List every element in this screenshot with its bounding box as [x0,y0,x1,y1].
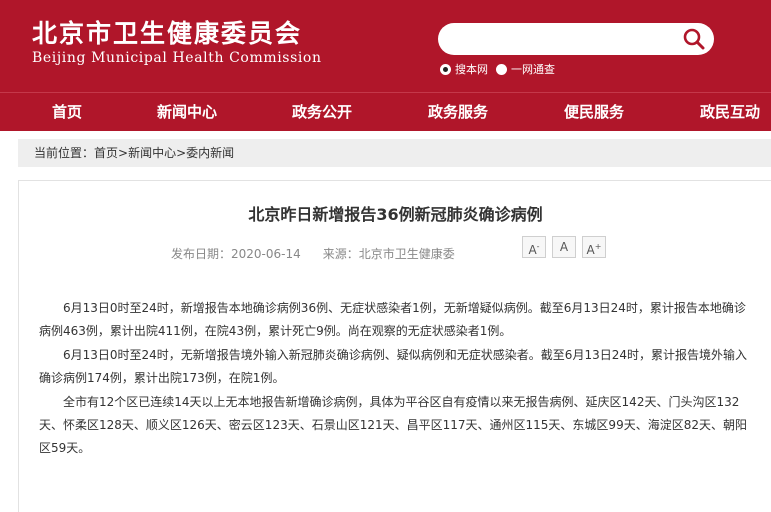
scope-option-all[interactable]: 一网通查 [496,61,555,77]
breadcrumb-link-home[interactable]: 首页 [94,146,118,160]
search-scope: 搜本网 一网通查 [440,61,563,77]
scope-option-label: 一网通查 [511,63,555,76]
article-source: 来源：北京市卫生健康委 [323,247,455,261]
font-smaller-icon: A [528,243,537,257]
scope-option-site[interactable]: 搜本网 [440,61,488,77]
article-paragraph: 6月13日0时至24时，新增报告本地确诊病例36例、无症状感染者1例，无新增疑似… [39,301,746,339]
nav-item-gov-service[interactable]: 政务服务 [428,101,488,122]
nav-item-home[interactable]: 首页 [52,101,82,122]
nav-item-public-service[interactable]: 便民服务 [564,101,624,122]
main-nav: 首页 新闻中心 政务公开 政务服务 便民服务 政民互动 [0,92,771,131]
source-value: 北京市卫生健康委 [358,247,455,261]
breadcrumb-prefix: 当前位置： [34,146,95,160]
radio-checked-icon [440,63,451,75]
site-header: 北京市卫生健康委员会 Beijing Municipal Health Comm… [0,0,771,92]
font-normal-icon: A [559,240,569,254]
nav-item-gov-info[interactable]: 政务公开 [292,101,352,122]
publish-date: 发布日期：2020-06-14 [171,247,301,261]
article-paragraph: 全市有12个区已连续14天以上无本地报告新增确诊病例，具体为平谷区自有疫情以来无… [39,394,747,456]
font-larger-mark: + [594,242,602,251]
article-meta: 发布日期：2020-06-14 来源：北京市卫生健康委 [171,245,477,262]
breadcrumb-link-commission-news[interactable]: 委内新闻 [186,146,234,160]
article-title: 北京昨日新增报告36例新冠肺炎确诊病例 [248,205,543,224]
site-name-cn[interactable]: 北京市卫生健康委员会 [32,14,302,50]
breadcrumb-separator: > [176,146,187,160]
search-box [438,23,714,55]
radio-unchecked-icon [496,63,507,75]
publish-date-label: 发布日期： [171,247,232,261]
scope-option-label: 搜本网 [455,63,488,76]
search-icon [683,28,705,50]
font-smaller-button[interactable]: A- [522,236,546,258]
article: 北京昨日新增报告36例新冠肺炎确诊病例 发布日期：2020-06-14 来源：北京… [18,180,771,512]
font-normal-button[interactable]: A [552,236,576,258]
article-paragraph: 6月13日0时至24时，无新增报告境外输入新冠肺炎确诊病例、疑似病例和无症状感染… [39,347,747,386]
nav-item-interaction[interactable]: 政民互动 [700,101,760,122]
breadcrumb: 当前位置：首页>新闻中心>委内新闻 [18,139,771,167]
article-body: 6月13日0时至24时，新增报告本地确诊病例36例、无症状感染者1例，无新增疑似… [39,297,755,461]
font-larger-button[interactable]: A+ [582,236,606,258]
search-input[interactable] [438,23,678,55]
publish-date-value: 2020-06-14 [231,247,301,261]
breadcrumb-link-news[interactable]: 新闻中心 [128,146,176,160]
search-button[interactable] [682,28,706,50]
font-smaller-mark: - [536,242,540,251]
source-label: 来源： [322,247,359,261]
nav-item-news[interactable]: 新闻中心 [157,101,217,122]
font-larger-icon: A [586,243,595,257]
site-name-en: Beijing Municipal Health Commission [32,50,322,66]
breadcrumb-separator: > [118,146,129,160]
